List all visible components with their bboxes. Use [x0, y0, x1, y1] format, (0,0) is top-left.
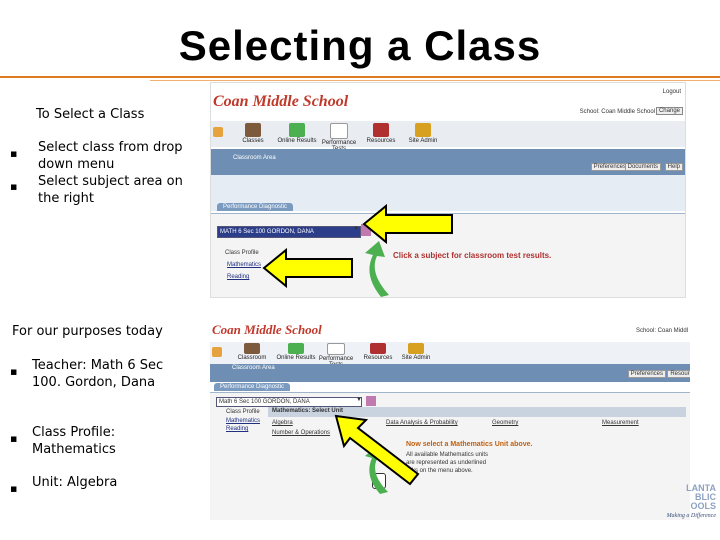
tab-performance-diagnostic[interactable]: Performance Diagnostic	[217, 203, 294, 211]
bullet-2: ▪	[10, 180, 18, 193]
tab-resources[interactable]: Resources	[361, 123, 401, 144]
tab-online-results[interactable]: Online Results	[276, 343, 316, 361]
school-select-label: School: Coan Middl	[635, 328, 688, 334]
test-icon	[330, 123, 348, 139]
classroom-bar: Classroom Area Preferences Resources	[210, 364, 690, 382]
test-icon	[327, 343, 345, 355]
profile-link-reading[interactable]: Reading	[226, 426, 248, 432]
step-1-text: Select class from drop down menu	[38, 140, 183, 172]
class-select[interactable]: MATH 6 Sec 100 GORDON, DANA	[217, 226, 361, 238]
intro-label: To Select a Class	[36, 107, 145, 122]
area-title: Classroom Area	[232, 365, 275, 371]
unit-link-number-operations[interactable]: Number & Operations	[272, 430, 330, 436]
purpose-3-text: Unit: Algebra	[32, 475, 118, 490]
area-title: Classroom Area	[233, 155, 276, 161]
title-divider	[0, 76, 720, 78]
help-button[interactable]: Help	[664, 163, 683, 171]
home-icon[interactable]	[213, 127, 223, 137]
district-logo: LANTA BLIC OOLS Making a Difference	[662, 484, 716, 532]
teacher-icon	[245, 123, 261, 137]
preferences-button[interactable]: Preferences	[590, 163, 629, 171]
step-2-text: Select subject area on the right	[38, 174, 183, 206]
books-icon	[373, 123, 389, 137]
chart-icon	[289, 123, 305, 137]
profile-link-mathematics[interactable]: Mathematics	[227, 262, 261, 268]
profile-link-mathematics[interactable]: Mathematics	[226, 418, 260, 424]
tab-resources[interactable]: Resources	[358, 343, 398, 361]
bullet-5: ▪	[10, 482, 18, 495]
teacher-icon	[244, 343, 260, 354]
tab-classroom[interactable]: Classroom	[232, 343, 272, 361]
purpose-1-text: Teacher: Math 6 Sec 100. Gordon, Dana	[32, 358, 164, 390]
screenshot-bottom: Coan Middle School School: Coan Middl Cl…	[210, 320, 690, 520]
logout-link[interactable]: Logout	[663, 89, 681, 95]
school-select-label: School: Coan Middle School	[579, 109, 655, 115]
arrow-left-icon	[362, 204, 453, 244]
resources-button[interactable]: Resources	[667, 370, 690, 378]
profile-link-reading[interactable]: Reading	[227, 274, 249, 280]
bullet-4: ▪	[10, 432, 18, 445]
tab-online-results[interactable]: Online Results	[277, 123, 317, 144]
hint-text: Click a subject for classroom test resul…	[393, 251, 552, 260]
unit-link-algebra[interactable]: Algebra	[272, 420, 293, 426]
chevron-down-icon[interactable]: ▼	[356, 397, 362, 403]
change-button[interactable]: Change	[655, 107, 683, 115]
arrow-diagonal-icon	[334, 414, 420, 486]
admin-icon	[408, 343, 424, 354]
bullet-3: ▪	[10, 365, 18, 378]
unit-link-measurement[interactable]: Measurement	[602, 420, 639, 426]
school-name: Coan Middle School	[212, 322, 322, 337]
classroom-bar: Classroom Area Preferences Documents Hel…	[211, 149, 685, 175]
logo-tagline: Making a Difference	[666, 513, 716, 519]
school-name: Coan Middle School	[213, 93, 349, 110]
profile-label: Class Profile	[225, 250, 259, 256]
documents-button[interactable]: Documents	[624, 163, 661, 171]
class-select[interactable]: Math 6 Sec 100 GORDON, DANA	[216, 397, 362, 407]
books-icon	[370, 343, 386, 354]
chevron-down-icon[interactable]: ▼	[353, 226, 359, 232]
green-arrow-icon	[365, 241, 389, 297]
toolbar: Classes Online Results Performance Tests…	[211, 121, 685, 152]
bullet-1: ▪	[10, 147, 18, 160]
title-divider-secondary	[150, 80, 720, 81]
diagnostic-panel: Math 6 Sec 100 GORDON, DANA ▼ Class Prof…	[210, 392, 690, 520]
profile-label: Class Profile	[226, 409, 260, 415]
preferences-button[interactable]: Preferences	[627, 370, 666, 378]
toolbar: Classroom Online Results Performance Tes…	[210, 342, 690, 368]
admin-icon	[415, 123, 431, 137]
tab-performance-diagnostic[interactable]: Performance Diagnostic	[214, 383, 291, 391]
purposes-label: For our purposes today	[12, 324, 163, 339]
slide-title: Selecting a Class	[178, 22, 542, 69]
tab-site-admin[interactable]: Site Admin	[403, 123, 443, 144]
go-icon[interactable]	[366, 396, 376, 406]
arrow-left-icon	[262, 248, 353, 288]
tab-site-admin[interactable]: Site Admin	[396, 343, 436, 361]
home-icon[interactable]	[212, 347, 222, 357]
chart-icon	[288, 343, 304, 354]
tab-classes[interactable]: Classes	[233, 123, 273, 144]
purpose-2-text: Class Profile: Mathematics	[32, 425, 116, 457]
logo-line-3: OOLS	[690, 501, 716, 511]
unit-link-geometry[interactable]: Geometry	[492, 420, 518, 426]
tab-performance-tests[interactable]: Performance Tests	[319, 123, 359, 152]
